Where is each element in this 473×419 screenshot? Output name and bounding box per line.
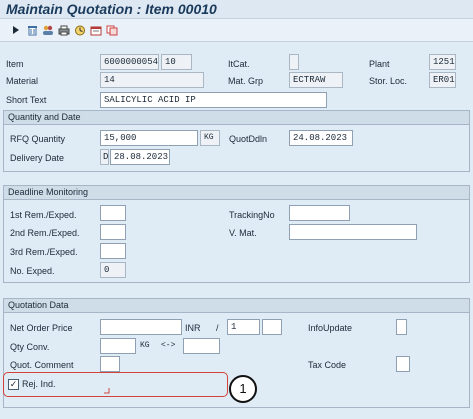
net-order-price-label: Net Order Price bbox=[10, 323, 73, 333]
currency-label: INR bbox=[185, 323, 201, 333]
third-reminder-field[interactable] bbox=[100, 243, 126, 259]
quantity-conversion-target-field[interactable] bbox=[183, 338, 220, 354]
item-label: Item bbox=[6, 59, 24, 69]
material-group-field: ECTRAW bbox=[289, 72, 343, 88]
tax-code-label: Tax Code bbox=[308, 360, 347, 370]
title-bar: Maintain Quotation : Item 00010 bbox=[0, 0, 473, 19]
material-field: 14 bbox=[100, 72, 204, 88]
tax-code-field[interactable] bbox=[396, 356, 410, 372]
vendor-material-field[interactable] bbox=[289, 224, 417, 240]
rfq-quantity-label: RFQ Quantity bbox=[10, 134, 66, 144]
price-unit-field[interactable]: 1 bbox=[227, 319, 260, 335]
partner-icon[interactable] bbox=[42, 24, 54, 36]
short-text-label: Short Text bbox=[6, 95, 47, 105]
number-expediters-field: 0 bbox=[100, 262, 126, 278]
rfq-unit-field: KG bbox=[200, 130, 220, 146]
quantity-conversion-unit: KG bbox=[140, 341, 150, 350]
highlight-box bbox=[3, 372, 228, 397]
first-reminder-field[interactable] bbox=[100, 205, 126, 221]
info-update-label: InfoUpdate bbox=[308, 323, 353, 333]
storage-location-label: Stor. Loc. bbox=[369, 76, 408, 86]
services-icon[interactable] bbox=[90, 24, 102, 36]
application-toolbar bbox=[0, 19, 473, 42]
short-text-field[interactable]: SALICYLIC ACID IP bbox=[100, 92, 327, 108]
annotation-badge: 1 bbox=[229, 375, 257, 403]
delivery-date-type-field: D bbox=[100, 149, 109, 165]
number-expediters-label: No. Exped. bbox=[10, 266, 55, 276]
conversion-arrow: <-> bbox=[161, 341, 176, 350]
price-unit-separator: / bbox=[216, 323, 219, 333]
item-position-field: 10 bbox=[161, 54, 192, 70]
first-reminder-label: 1st Rem./Exped. bbox=[10, 210, 77, 220]
itcat-label: ItCat. bbox=[228, 59, 250, 69]
third-reminder-label: 3rd Rem./Exped. bbox=[10, 247, 78, 257]
material-group-label: Mat. Grp bbox=[228, 76, 264, 86]
second-reminder-field[interactable] bbox=[100, 224, 126, 240]
delivery-date-label: Delivery Date bbox=[10, 153, 65, 163]
storage-location-field: ER01 bbox=[429, 72, 456, 88]
quotation-deadline-field[interactable]: 24.08.2023 bbox=[289, 130, 353, 146]
info-update-field[interactable] bbox=[396, 319, 407, 335]
page-title: Maintain Quotation : Item 00010 bbox=[6, 1, 217, 17]
tracking-number-field[interactable] bbox=[289, 205, 350, 221]
main-content: Item 6000000054 10 ItCat. Plant 1251 Mat… bbox=[0, 42, 473, 419]
second-reminder-label: 2nd Rem./Exped. bbox=[10, 228, 80, 238]
tracking-number-label: TrackingNo bbox=[229, 210, 275, 220]
itcat-field bbox=[289, 54, 299, 70]
vendor-material-label: V. Mat. bbox=[229, 228, 257, 238]
section-title: Quotation Data bbox=[4, 299, 469, 313]
delivery-date-field[interactable]: 28.08.2023 bbox=[110, 149, 170, 165]
rfq-quantity-field[interactable]: 15,000 bbox=[100, 130, 198, 146]
section-title: Quantity and Date bbox=[4, 111, 469, 125]
quotation-comment-field[interactable] bbox=[100, 356, 120, 372]
quantity-conversion-field[interactable] bbox=[100, 338, 136, 354]
copy-icon[interactable] bbox=[106, 24, 118, 36]
section-title: Deadline Monitoring bbox=[4, 186, 469, 200]
plant-label: Plant bbox=[369, 59, 390, 69]
item-number-field: 6000000054 bbox=[100, 54, 159, 70]
history-icon[interactable] bbox=[74, 24, 86, 36]
delete-icon[interactable] bbox=[26, 24, 38, 36]
quotation-deadline-label: QuotDdln bbox=[229, 134, 268, 144]
print-icon[interactable] bbox=[58, 24, 70, 36]
plant-field: 1251 bbox=[429, 54, 456, 70]
net-order-price-field[interactable] bbox=[100, 319, 182, 335]
order-price-unit-field[interactable] bbox=[262, 319, 282, 335]
quotation-comment-label: Quot. Comment bbox=[10, 360, 74, 370]
arrow-right-icon[interactable] bbox=[10, 24, 22, 36]
material-label: Material bbox=[6, 76, 39, 86]
quantity-conversion-label: Qty Conv. bbox=[10, 342, 50, 352]
